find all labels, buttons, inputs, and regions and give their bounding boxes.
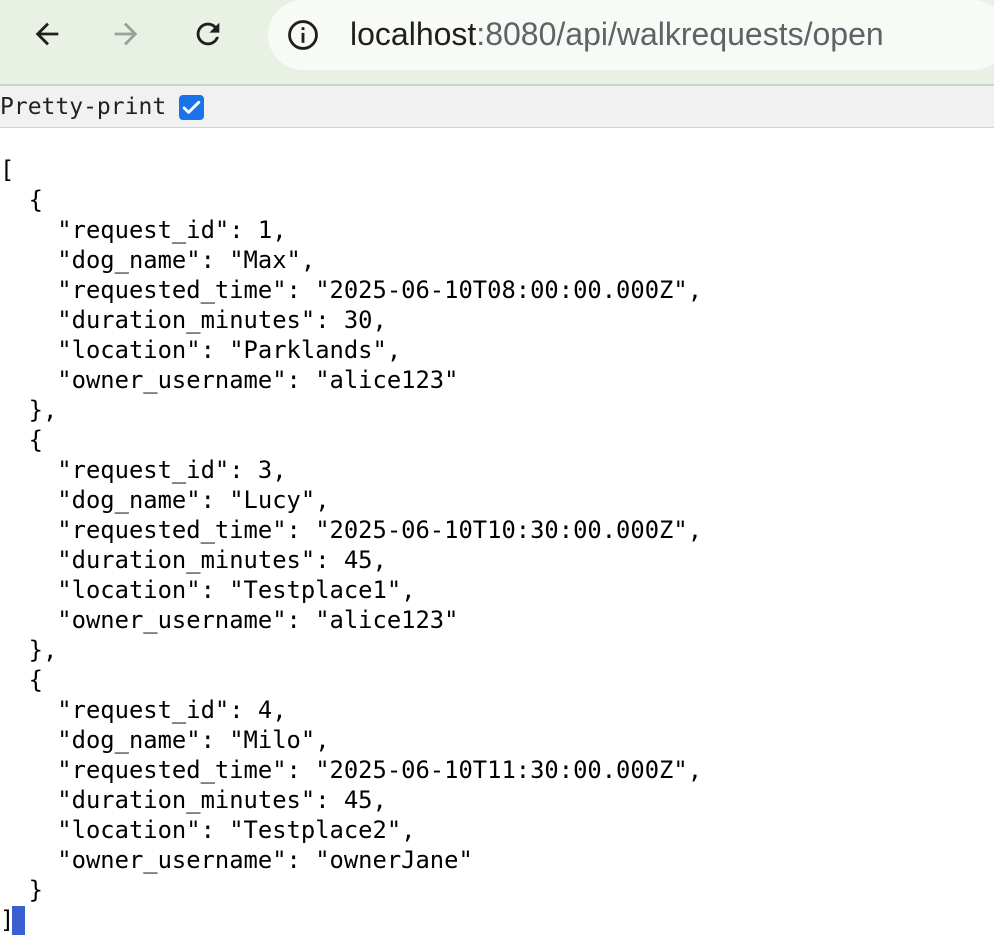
- url-path: :8080/api/walkrequests/open: [476, 16, 884, 52]
- reload-icon: [196, 22, 220, 46]
- address-bar[interactable]: localhost:8080/api/walkrequests/open: [268, 0, 994, 70]
- json-response-body: [ { "request_id": 1, "dog_name": "Max", …: [0, 156, 703, 934]
- text-cursor: [12, 906, 25, 935]
- checkmark-icon: [182, 100, 201, 114]
- pretty-print-checkbox[interactable]: [179, 95, 204, 120]
- url-host: localhost: [350, 16, 477, 52]
- arrow-right-icon: [114, 22, 138, 46]
- url-text[interactable]: localhost:8080/api/walkrequests/open: [350, 14, 884, 54]
- info-circle-icon[interactable]: [286, 18, 320, 52]
- back-button[interactable]: [25, 12, 69, 56]
- arrow-left-icon: [35, 22, 59, 46]
- browser-toolbar: localhost:8080/api/walkrequests/open: [0, 0, 994, 86]
- reload-button[interactable]: [186, 12, 230, 56]
- pretty-print-label: Pretty-print: [0, 94, 167, 120]
- forward-button[interactable]: [104, 12, 148, 56]
- pretty-print-bar: Pretty-print: [0, 86, 994, 128]
